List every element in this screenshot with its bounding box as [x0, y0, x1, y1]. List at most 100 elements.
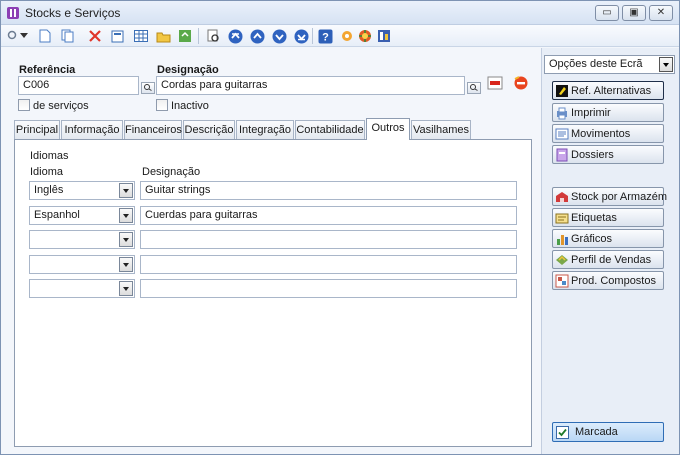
graficos-label: Gráficos — [571, 232, 612, 245]
tab-informacao[interactable]: Informação — [61, 120, 123, 139]
edit-icon[interactable] — [109, 28, 125, 44]
grid-icon[interactable] — [133, 28, 149, 44]
referencia-input[interactable]: C006 — [18, 76, 139, 95]
movimentos-button[interactable]: Movimentos — [552, 124, 664, 143]
etiquetas-button[interactable]: Etiquetas — [552, 208, 664, 227]
designacao-search-button[interactable] — [467, 82, 481, 94]
dossiers-label: Dossiers — [571, 148, 614, 161]
screen-options-label: Opções deste Ecrã — [549, 58, 643, 70]
imprimir-label: Imprimir — [571, 106, 611, 119]
ref-alternativas-label: Ref. Alternativas — [571, 84, 652, 97]
alternate-ref-icon — [556, 84, 568, 97]
idioma-column-header: Idioma — [30, 166, 64, 178]
idioma-select[interactable] — [29, 230, 135, 249]
idioma-select[interactable]: Espanhol — [29, 206, 135, 225]
tab-outros[interactable]: Outros — [366, 118, 410, 140]
idioma-select[interactable] — [29, 279, 135, 298]
prod-compostos-button[interactable]: Prod. Compostos — [552, 271, 664, 290]
tab-integracao[interactable]: Integração — [236, 120, 294, 139]
idiomas-section-title: Idiomas — [30, 150, 69, 162]
toolbar-separator — [198, 28, 199, 44]
designacao-input[interactable]: Cordas para guitarras — [156, 76, 465, 95]
options-pane: Opções deste Ecrã Ref. Alternativas Impr… — [541, 48, 679, 454]
warehouse-stock-icon — [556, 191, 568, 202]
tab-descricao[interactable]: Descrição — [183, 120, 235, 139]
plugin-icon[interactable] — [357, 28, 373, 44]
first-icon[interactable] — [227, 28, 243, 44]
svg-text:?: ? — [322, 31, 329, 43]
settings-icon[interactable] — [339, 28, 355, 44]
ref-alternativas-button[interactable]: Ref. Alternativas — [552, 81, 664, 100]
prod-compostos-label: Prod. Compostos — [571, 274, 656, 287]
sales-profile-icon — [556, 254, 568, 265]
inactivo-checkbox[interactable] — [156, 99, 168, 111]
idioma-select[interactable] — [29, 255, 135, 274]
charts-icon — [557, 234, 568, 245]
delete-icon[interactable] — [87, 28, 103, 44]
app-icon — [7, 7, 19, 19]
graficos-button[interactable]: Gráficos — [552, 229, 664, 248]
referencia-label: Referência — [19, 64, 76, 76]
idioma-designacao-input[interactable] — [140, 255, 517, 274]
tab-contabilidade[interactable]: Contabilidade — [295, 120, 365, 139]
de-servicos-label: de serviços — [33, 100, 89, 112]
marcada-toggle-button[interactable]: Marcada — [552, 422, 664, 442]
folder-icon[interactable] — [155, 28, 171, 44]
idioma-designacao-input[interactable]: Cuerdas para guitarras — [140, 206, 517, 225]
dropdown-icon[interactable] — [19, 28, 29, 44]
perfil-de-vendas-button[interactable]: Perfil de Vendas — [552, 250, 664, 269]
app-window: Stocks e Serviços ▭ ▣ ✕ ? Referência C00… — [0, 0, 680, 455]
labels-icon — [555, 213, 569, 223]
main-form: Referência C006 Designação Cordas para g… — [1, 48, 541, 454]
designacao-column-header: Designação — [142, 166, 201, 178]
marcada-label: Marcada — [575, 426, 618, 438]
record-cancel-icon[interactable] — [513, 75, 529, 91]
stock-por-armazem-button[interactable]: Stock por Armazém — [552, 187, 667, 206]
close-button[interactable]: ✕ — [649, 5, 673, 21]
print-icon — [557, 107, 567, 119]
new-icon[interactable] — [37, 28, 53, 44]
help-icon[interactable]: ? — [317, 28, 333, 44]
minimize-button[interactable]: ▭ — [595, 5, 619, 21]
idioma-value: Espanhol — [34, 209, 80, 221]
tab-principal[interactable]: Principal — [14, 120, 60, 139]
tab-strip: Principal Informação Financeiros Descriç… — [14, 118, 534, 140]
movements-icon — [555, 128, 569, 139]
maximize-button[interactable]: ▣ — [622, 5, 646, 21]
de-servicos-checkbox[interactable] — [18, 99, 30, 111]
refresh-icon[interactable] — [177, 28, 193, 44]
next-icon[interactable] — [271, 28, 287, 44]
check-icon — [556, 425, 569, 439]
title-bar: Stocks e Serviços ▭ ▣ ✕ — [1, 1, 679, 25]
idioma-designacao-input[interactable] — [140, 230, 517, 249]
chevron-down-icon[interactable] — [119, 208, 133, 223]
chevron-down-icon[interactable] — [119, 257, 133, 272]
tab-vasilhames[interactable]: Vasilhames — [411, 120, 471, 139]
previous-icon[interactable] — [249, 28, 265, 44]
toolbar: ? — [1, 25, 679, 47]
copy-icon[interactable] — [59, 28, 75, 44]
imprimir-button[interactable]: Imprimir — [552, 103, 664, 122]
record-delete-icon[interactable] — [487, 76, 503, 90]
tab-financeiros[interactable]: Financeiros — [124, 120, 182, 139]
chevron-down-icon[interactable] — [659, 57, 673, 72]
idioma-designacao-input[interactable] — [140, 279, 517, 298]
window-title: Stocks e Serviços — [25, 6, 121, 20]
designacao-label: Designação — [157, 64, 219, 76]
idioma-select[interactable]: Inglês — [29, 181, 135, 200]
referencia-search-button[interactable] — [141, 82, 155, 94]
last-icon[interactable] — [293, 28, 309, 44]
dossiers-icon — [556, 148, 568, 161]
chevron-down-icon[interactable] — [119, 183, 133, 198]
tab-panel-outros: Idiomas Idioma Designação Inglês Guitar … — [14, 139, 532, 447]
export-icon[interactable] — [376, 28, 392, 44]
chevron-down-icon[interactable] — [119, 232, 133, 247]
dossiers-button[interactable]: Dossiers — [552, 145, 664, 164]
perfil-de-vendas-label: Perfil de Vendas — [571, 253, 652, 266]
screen-options-select[interactable]: Opções deste Ecrã — [544, 55, 675, 74]
preview-icon[interactable] — [205, 28, 221, 44]
idioma-value: Inglês — [34, 184, 64, 196]
inactivo-label: Inactivo — [171, 100, 209, 112]
chevron-down-icon[interactable] — [119, 281, 133, 296]
idioma-designacao-input[interactable]: Guitar strings — [140, 181, 517, 200]
